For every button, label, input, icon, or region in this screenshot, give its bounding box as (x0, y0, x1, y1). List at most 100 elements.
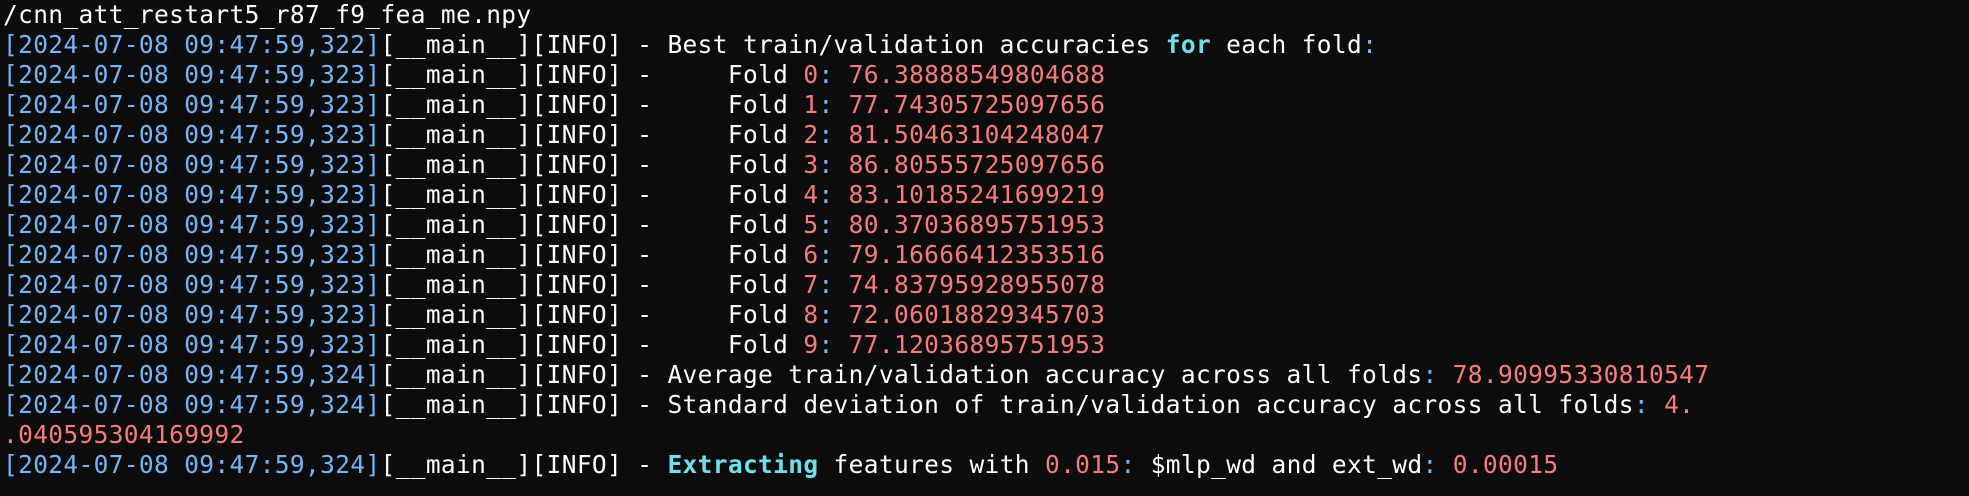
timestamp: [2024-07-08 09:47:59,324] (3, 390, 381, 419)
fold-label: Fold (667, 240, 804, 269)
log-line-fold: [2024-07-08 09:47:59,323][__main__][INFO… (3, 180, 1969, 210)
logger-tag: [__main__][INFO] (380, 30, 623, 59)
stddev-text: Standard deviation of train/validation a… (667, 390, 1634, 419)
stddev-value-part1: 4. (1664, 390, 1695, 419)
colon: : (818, 210, 834, 239)
timestamp: [2024-07-08 09:47:59,323] (3, 330, 381, 359)
fold-label: Fold (667, 90, 804, 119)
fold-index: 1 (803, 90, 819, 119)
fold-value: 86.80555725097656 (848, 150, 1106, 179)
extract-text-b: $mlp_wd and ext_wd (1135, 450, 1423, 479)
header-text-a: Best train/validation accuracies (667, 30, 1166, 59)
logger-tag: [__main__][INFO] (380, 90, 623, 119)
colon: : (818, 90, 834, 119)
dash: - (622, 90, 668, 119)
dash: - (622, 450, 668, 479)
logger-tag: [__main__][INFO] (380, 450, 623, 479)
fold-value: 81.50463104248047 (848, 120, 1106, 149)
colon: : (1362, 30, 1378, 59)
fold-index: 2 (803, 120, 819, 149)
fold-label: Fold (667, 60, 804, 89)
colon: : (818, 330, 834, 359)
timestamp: [2024-07-08 09:47:59,323] (3, 180, 381, 209)
fold-label: Fold (667, 270, 804, 299)
timestamp: [2024-07-08 09:47:59,323] (3, 60, 381, 89)
dash: - (622, 330, 668, 359)
timestamp: [2024-07-08 09:47:59,323] (3, 210, 381, 239)
fold-index: 7 (803, 270, 819, 299)
timestamp: [2024-07-08 09:47:59,323] (3, 150, 381, 179)
colon: : (818, 270, 834, 299)
dash: - (622, 270, 668, 299)
log-line-fold: [2024-07-08 09:47:59,323][__main__][INFO… (3, 150, 1969, 180)
dash: - (622, 150, 668, 179)
file-path-text: /cnn_att_restart5_r87_f9_fea_me.npy (3, 0, 532, 29)
fold-index: 4 (803, 180, 819, 209)
logger-tag: [__main__][INFO] (380, 120, 623, 149)
colon: : (1422, 450, 1438, 479)
extract-num2: 0.00015 (1452, 450, 1559, 479)
log-line-extract: [2024-07-08 09:47:59,324][__main__][INFO… (3, 450, 1969, 480)
dash: - (622, 30, 668, 59)
average-text: Average train/validation accuracy across… (667, 360, 1423, 389)
colon: : (818, 240, 834, 269)
log-line-stddev-wrap: .040595304169992 (3, 420, 1969, 450)
fold-label: Fold (667, 120, 804, 149)
log-line-path: /cnn_att_restart5_r87_f9_fea_me.npy (3, 0, 1969, 30)
dash: - (622, 60, 668, 89)
logger-tag: [__main__][INFO] (380, 360, 623, 389)
colon: : (1422, 360, 1438, 389)
colon: : (1633, 390, 1649, 419)
logger-tag: [__main__][INFO] (380, 270, 623, 299)
log-line-stddev: [2024-07-08 09:47:59,324][__main__][INFO… (3, 390, 1969, 420)
header-text-b: each fold (1211, 30, 1363, 59)
fold-value: 79.16666412353516 (848, 240, 1106, 269)
logger-tag: [__main__][INFO] (380, 300, 623, 329)
log-line-fold: [2024-07-08 09:47:59,323][__main__][INFO… (3, 300, 1969, 330)
colon: : (818, 180, 834, 209)
logger-tag: [__main__][INFO] (380, 180, 623, 209)
average-value: 78.90995330810547 (1452, 360, 1710, 389)
log-line-fold: [2024-07-08 09:47:59,323][__main__][INFO… (3, 90, 1969, 120)
log-line-header: [2024-07-08 09:47:59,322][__main__][INFO… (3, 30, 1969, 60)
log-line-fold: [2024-07-08 09:47:59,323][__main__][INFO… (3, 240, 1969, 270)
extract-text-a: features with (818, 450, 1045, 479)
extract-num1: 0.015 (1044, 450, 1121, 479)
colon: : (818, 120, 834, 149)
fold-value: 77.74305725097656 (848, 90, 1106, 119)
dash: - (622, 240, 668, 269)
log-line-fold: [2024-07-08 09:47:59,323][__main__][INFO… (3, 120, 1969, 150)
terminal-output: /cnn_att_restart5_r87_f9_fea_me.npy [202… (0, 0, 1969, 480)
log-line-fold: [2024-07-08 09:47:59,323][__main__][INFO… (3, 60, 1969, 90)
log-line-fold: [2024-07-08 09:47:59,323][__main__][INFO… (3, 330, 1969, 360)
dash: - (622, 300, 668, 329)
dash: - (622, 120, 668, 149)
timestamp: [2024-07-08 09:47:59,323] (3, 240, 381, 269)
stddev-value-part2: .040595304169992 (3, 420, 245, 449)
fold-index: 9 (803, 330, 819, 359)
fold-value: 83.10185241699219 (848, 180, 1106, 209)
fold-value: 80.37036895751953 (848, 210, 1106, 239)
fold-value: 77.12036895751953 (848, 330, 1106, 359)
log-line-average: [2024-07-08 09:47:59,324][__main__][INFO… (3, 360, 1969, 390)
fold-value: 72.06018829345703 (848, 300, 1106, 329)
fold-label: Fold (667, 150, 804, 179)
fold-label: Fold (667, 210, 804, 239)
fold-label: Fold (667, 330, 804, 359)
logger-tag: [__main__][INFO] (380, 330, 623, 359)
timestamp: [2024-07-08 09:47:59,323] (3, 270, 381, 299)
fold-index: 6 (803, 240, 819, 269)
fold-value: 74.83795928955078 (848, 270, 1106, 299)
logger-tag: [__main__][INFO] (380, 240, 623, 269)
fold-index: 3 (803, 150, 819, 179)
logger-tag: [__main__][INFO] (380, 390, 623, 419)
fold-label: Fold (667, 180, 804, 209)
timestamp: [2024-07-08 09:47:59,324] (3, 450, 381, 479)
colon: : (818, 60, 834, 89)
fold-index: 8 (803, 300, 819, 329)
dash: - (622, 360, 668, 389)
timestamp: [2024-07-08 09:47:59,323] (3, 90, 381, 119)
fold-value: 76.38888549804688 (848, 60, 1106, 89)
keyword-extracting: Extracting (667, 450, 819, 479)
fold-index: 5 (803, 210, 819, 239)
